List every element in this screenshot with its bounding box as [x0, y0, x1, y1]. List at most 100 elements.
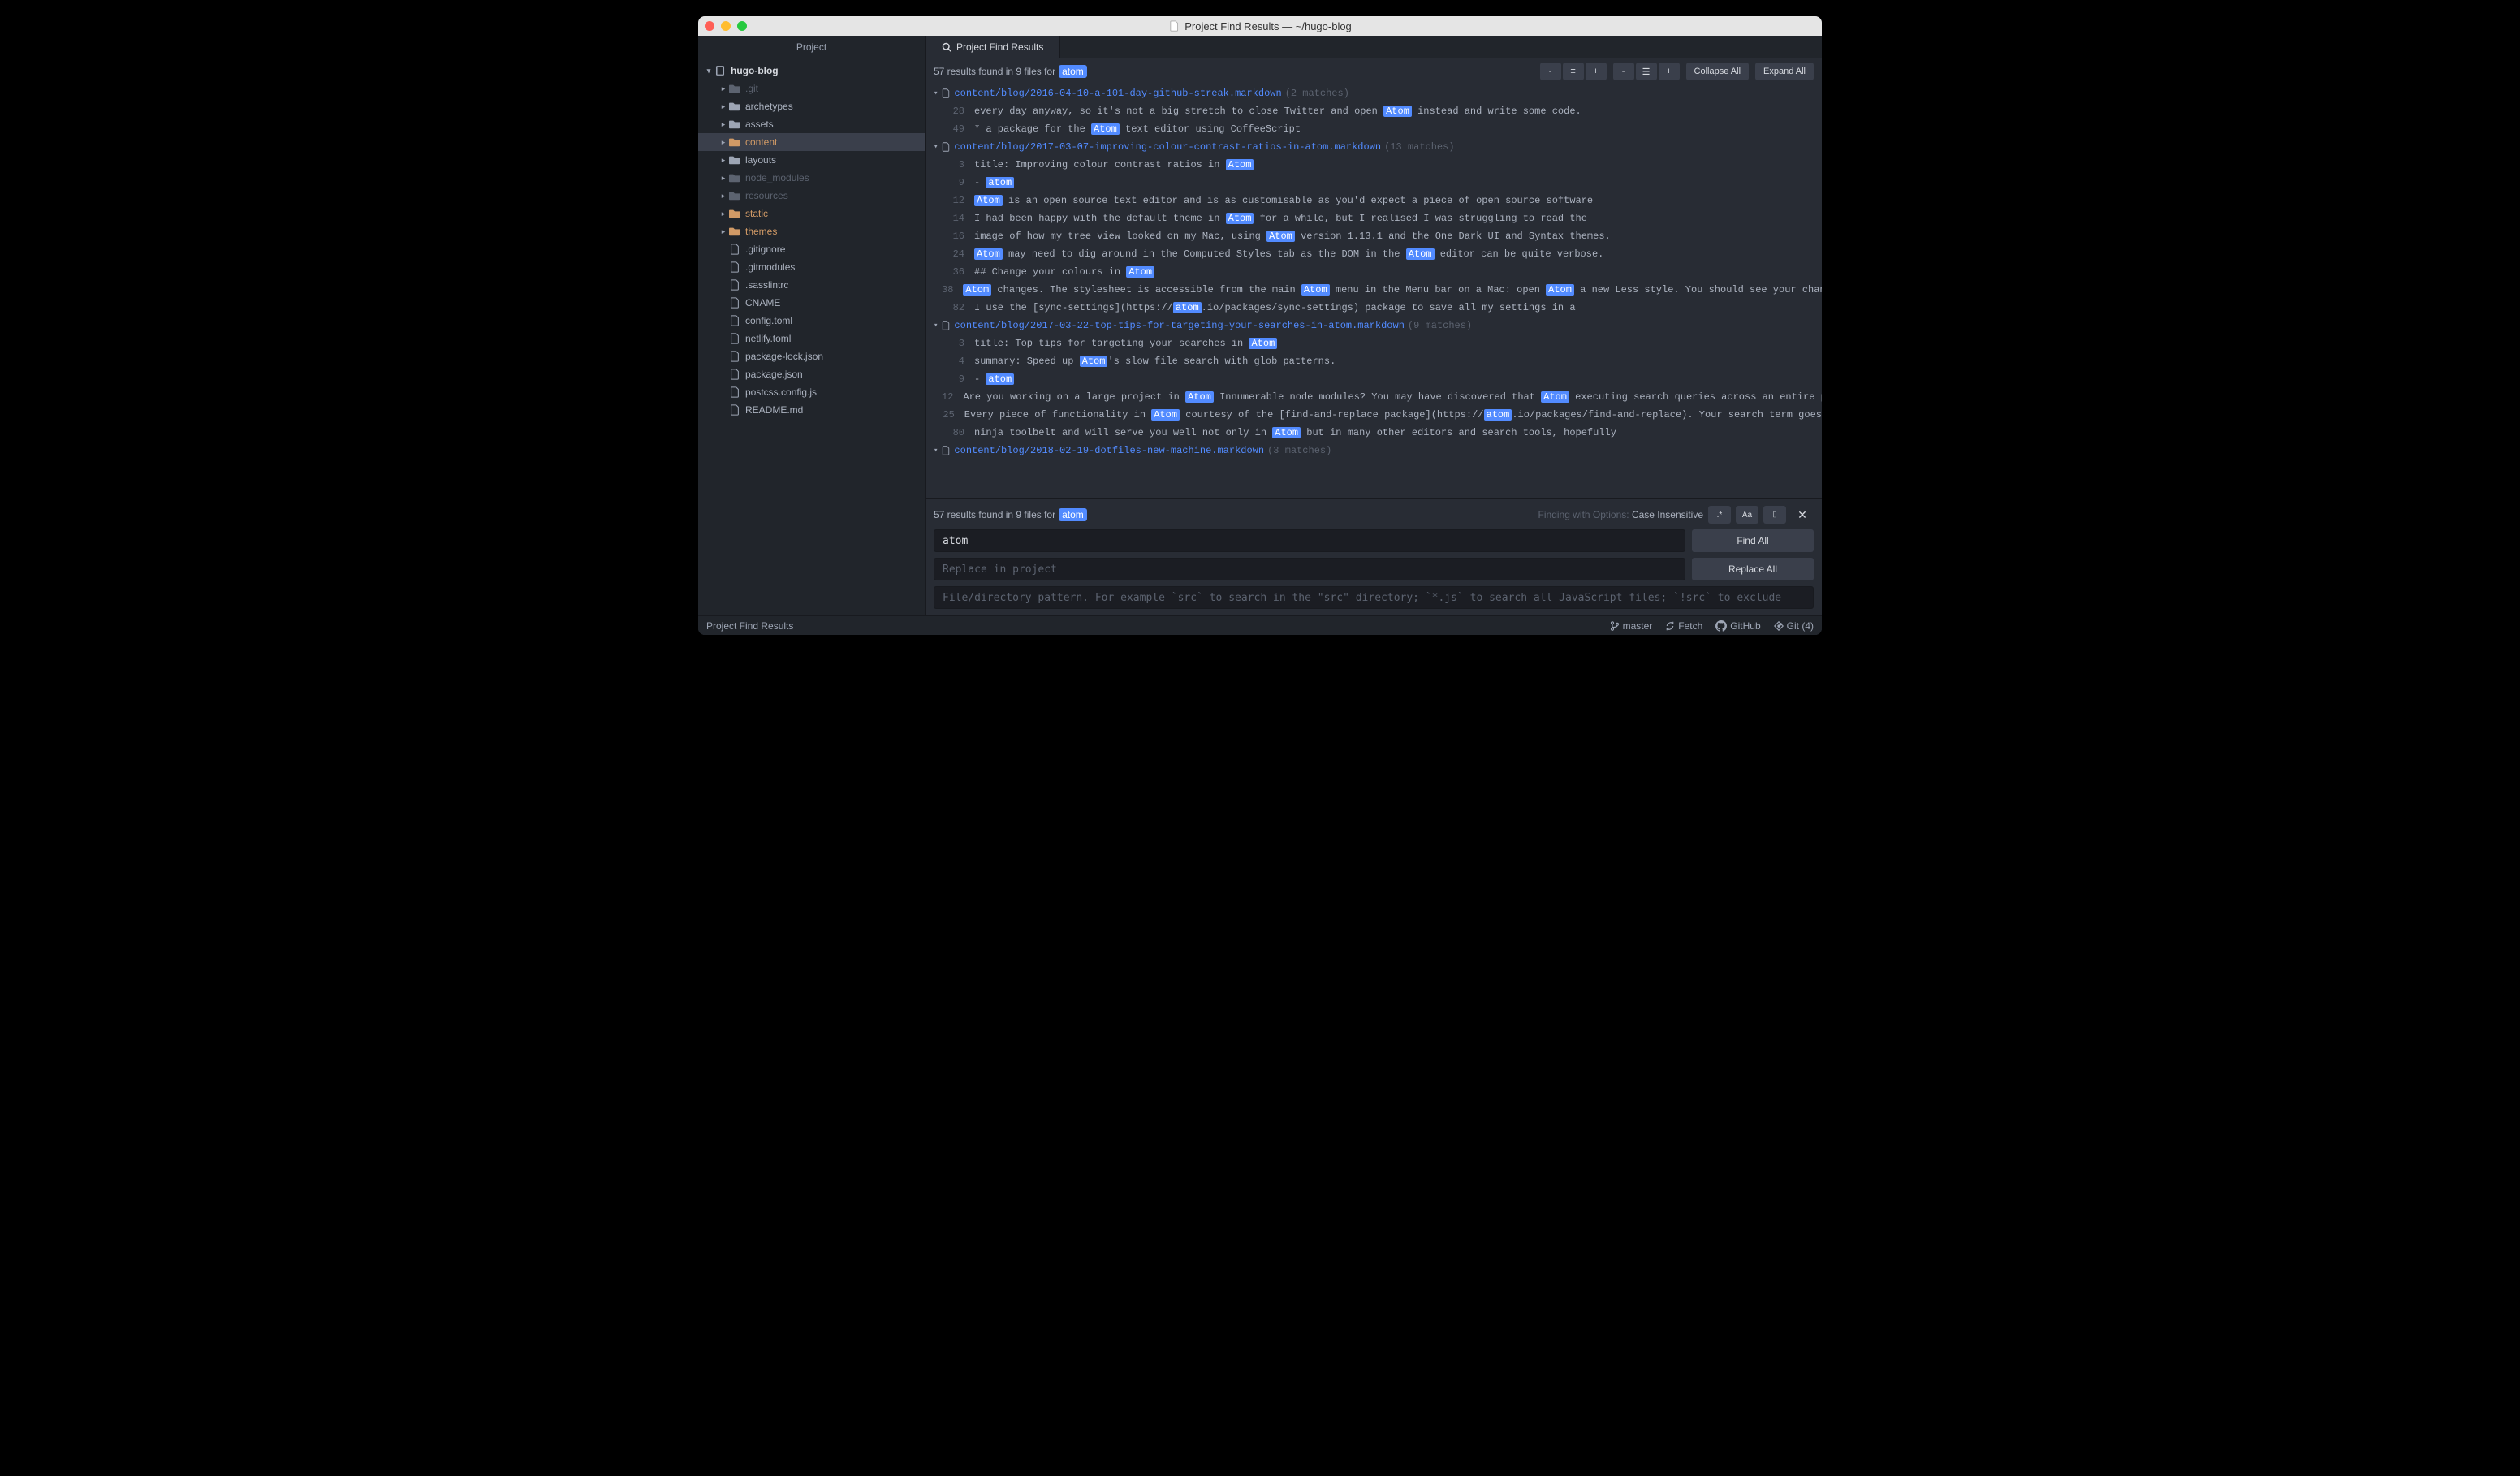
result-line[interactable]: 38Atom changes. The stylesheet is access… [926, 281, 1822, 299]
result-line[interactable]: 16image of how my tree view looked on my… [926, 227, 1822, 245]
chevron-right-icon: ▸ [718, 84, 729, 93]
regex-option-button[interactable]: .* [1708, 506, 1731, 524]
tree-folder[interactable]: ▸node_modules [698, 169, 925, 187]
result-line[interactable]: 12Atom is an open source text editor and… [926, 192, 1822, 209]
tree-item-label: package-lock.json [745, 351, 823, 362]
replace-all-button[interactable]: Replace All [1692, 558, 1814, 580]
tree-file[interactable]: netlify.toml [698, 330, 925, 347]
statusbar-left[interactable]: Project Find Results [706, 620, 793, 632]
line-number: 3 [942, 338, 964, 349]
fetch-item[interactable]: Fetch [1665, 620, 1702, 632]
result-line[interactable]: 3title: Improving colour contrast ratios… [926, 156, 1822, 174]
increase-context-button[interactable]: + [1586, 63, 1607, 80]
result-file-header[interactable]: ▾ content/blog/2018-02-19-dotfiles-new-m… [926, 442, 1822, 460]
result-line[interactable]: 24 Atom may need to dig around in the Com… [926, 245, 1822, 263]
tree-file[interactable]: package.json [698, 365, 925, 383]
whole-word-option-button[interactable]: ⌷ [1763, 506, 1786, 524]
line-number: 9 [942, 177, 964, 188]
increase-context-button-2[interactable]: + [1659, 63, 1680, 80]
line-text: Are you working on a large project in At… [963, 391, 1822, 403]
match-highlight: atom [1484, 409, 1512, 421]
chevron-right-icon: ▸ [718, 227, 729, 236]
match-highlight: Atom [1185, 391, 1214, 403]
tree-folder[interactable]: ▸layouts [698, 151, 925, 169]
result-file-header[interactable]: ▾ content/blog/2017-03-22-top-tips-for-t… [926, 317, 1822, 334]
decrease-context-button[interactable]: - [1540, 63, 1561, 80]
context-toggle-button[interactable]: ≡ [1563, 63, 1584, 80]
result-line[interactable]: 12Are you working on a large project in … [926, 388, 1822, 406]
result-file-header[interactable]: ▾ content/blog/2017-03-07-improving-colo… [926, 138, 1822, 156]
minimize-window-button[interactable] [721, 21, 731, 31]
tree-folder[interactable]: ▸archetypes [698, 97, 925, 115]
folder-icon [729, 136, 740, 148]
line-number: 82 [942, 302, 964, 313]
git-item[interactable]: Git (4) [1774, 620, 1814, 632]
project-tab[interactable]: Project [698, 36, 926, 58]
result-line[interactable]: 28every day anyway, so it's not a big st… [926, 102, 1822, 120]
pattern-input[interactable] [934, 586, 1814, 609]
repo-icon [714, 65, 726, 76]
result-line[interactable]: 36## Change your colours in Atom [926, 263, 1822, 281]
chevron-down-icon: ▾ [934, 447, 938, 455]
tree-file[interactable]: .sasslintrc [698, 276, 925, 294]
match-highlight: Atom [1301, 284, 1330, 296]
case-option-button[interactable]: Aa [1736, 506, 1758, 524]
result-line[interactable]: 4summary: Speed up Atom's slow file sear… [926, 352, 1822, 370]
tree-file[interactable]: README.md [698, 401, 925, 419]
line-text: Every piece of functionality in Atom cou… [964, 409, 1822, 421]
line-text: every day anyway, so it's not a big stre… [974, 106, 1581, 117]
tree-file[interactable]: .gitignore [698, 240, 925, 258]
result-file-path: content/blog/2017-03-22-top-tips-for-tar… [954, 320, 1405, 331]
result-line[interactable]: 3title: Top tips for targeting your sear… [926, 334, 1822, 352]
tree-folder[interactable]: ▸.git [698, 80, 925, 97]
line-text: Atom may need to dig around in the Compu… [974, 248, 1603, 260]
tree-folder[interactable]: ▸themes [698, 222, 925, 240]
find-input[interactable] [934, 529, 1685, 552]
result-line[interactable]: 14I had been happy with the default them… [926, 209, 1822, 227]
replace-input[interactable] [934, 558, 1685, 580]
tree-folder[interactable]: ▸content [698, 133, 925, 151]
line-text: I had been happy with the default theme … [974, 213, 1587, 224]
match-highlight: Atom [1080, 356, 1108, 367]
collapse-all-button[interactable]: Collapse All [1686, 63, 1749, 80]
close-panel-button[interactable]: ✕ [1791, 506, 1814, 524]
result-line[interactable]: 80ninja toolbelt and will serve you well… [926, 424, 1822, 442]
github-icon [1715, 620, 1727, 632]
close-window-button[interactable] [705, 21, 714, 31]
project-sidebar[interactable]: ▾ hugo-blog ▸.git▸archetypes▸assets▸cont… [698, 58, 926, 615]
results-list[interactable]: ▾ content/blog/2016-04-10-a-101-day-gith… [926, 84, 1822, 498]
decrease-context-button-2[interactable]: - [1613, 63, 1634, 80]
indent-toggle-button[interactable]: ☰ [1636, 63, 1657, 80]
match-highlight: Atom [963, 284, 991, 296]
result-line[interactable]: 9- atom [926, 174, 1822, 192]
tree-file[interactable]: postcss.config.js [698, 383, 925, 401]
tree-file[interactable]: CNAME [698, 294, 925, 312]
line-number: 9 [942, 373, 964, 385]
search-icon [942, 42, 951, 52]
result-match-count: (3 matches) [1267, 445, 1331, 456]
chevron-right-icon: ▸ [718, 120, 729, 129]
tree-item-label: .sasslintrc [745, 279, 788, 291]
tree-folder[interactable]: ▸resources [698, 187, 925, 205]
maximize-window-button[interactable] [737, 21, 747, 31]
match-highlight: Atom [1406, 248, 1435, 260]
results-tab[interactable]: Project Find Results [926, 36, 1060, 58]
chevron-right-icon: ▸ [718, 138, 729, 147]
expand-all-button[interactable]: Expand All [1755, 63, 1814, 80]
github-item[interactable]: GitHub [1715, 620, 1760, 632]
branch-item[interactable]: master [1610, 620, 1653, 632]
tree-root[interactable]: ▾ hugo-blog [698, 62, 925, 80]
result-line[interactable]: 25Every piece of functionality in Atom c… [926, 406, 1822, 424]
line-number: 24 [942, 248, 964, 260]
result-line[interactable]: 9- atom [926, 370, 1822, 388]
find-all-button[interactable]: Find All [1692, 529, 1814, 552]
tree-folder[interactable]: ▸static [698, 205, 925, 222]
result-line[interactable]: 82I use the [sync-settings](https://atom… [926, 299, 1822, 317]
tree-folder[interactable]: ▸assets [698, 115, 925, 133]
tree-file[interactable]: .gitmodules [698, 258, 925, 276]
tree-file[interactable]: package-lock.json [698, 347, 925, 365]
result-line[interactable]: 49* a package for the Atom text editor u… [926, 120, 1822, 138]
result-file-header[interactable]: ▾ content/blog/2016-04-10-a-101-day-gith… [926, 84, 1822, 102]
tree-file[interactable]: config.toml [698, 312, 925, 330]
panel-summary: 57 results found in 9 files for [934, 509, 1055, 520]
